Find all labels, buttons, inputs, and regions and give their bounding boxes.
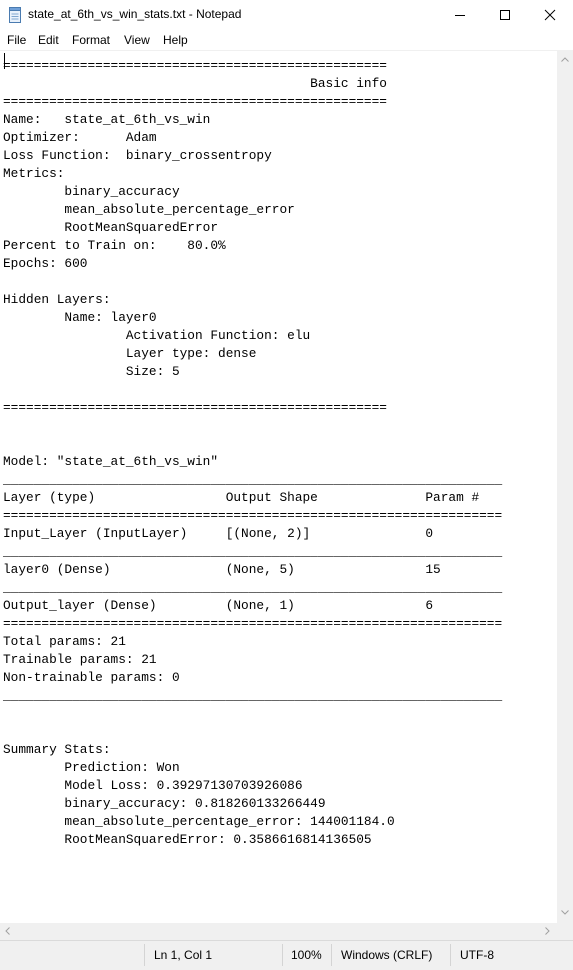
scroll-up-icon[interactable] [561,57,569,62]
scroll-down-icon[interactable] [561,910,569,915]
status-divider [450,944,451,966]
status-divider [331,944,332,966]
vertical-scrollbar[interactable] [557,51,573,923]
minimize-button[interactable] [437,0,483,30]
menu-file[interactable]: File [7,33,26,47]
status-divider [282,944,283,966]
scroll-right-icon[interactable] [545,927,550,935]
status-line-ending: Windows (CRLF) [341,948,433,962]
status-cursor-position: Ln 1, Col 1 [154,948,213,962]
text-editor[interactable]: ========================================… [0,51,557,923]
horizontal-scrollbar[interactable] [0,923,557,940]
menu-format[interactable]: Format [72,33,110,47]
maximize-button[interactable] [482,0,528,30]
status-divider [144,944,145,966]
window-title: state_at_6th_vs_win_stats.txt - Notepad [28,7,242,21]
status-encoding: UTF-8 [460,948,494,962]
minimize-icon [455,15,465,16]
document-text[interactable]: ========================================… [3,57,502,849]
status-bar: Ln 1, Col 1 100% Windows (CRLF) UTF-8 [0,940,573,970]
text-caret [4,53,5,69]
close-icon [544,9,556,21]
menu-help[interactable]: Help [163,33,188,47]
menu-bar: File Edit Format View Help [0,30,573,50]
status-zoom: 100% [291,948,322,962]
menu-edit[interactable]: Edit [38,33,59,47]
notepad-window: state_at_6th_vs_win_stats.txt - Notepad … [0,0,573,970]
title-bar: state_at_6th_vs_win_stats.txt - Notepad [0,0,573,30]
scroll-left-icon[interactable] [5,927,10,935]
close-button[interactable] [527,0,573,30]
menu-view[interactable]: View [124,33,150,47]
maximize-icon [500,10,510,20]
scrollbar-corner [557,923,573,940]
notepad-icon [8,7,22,23]
